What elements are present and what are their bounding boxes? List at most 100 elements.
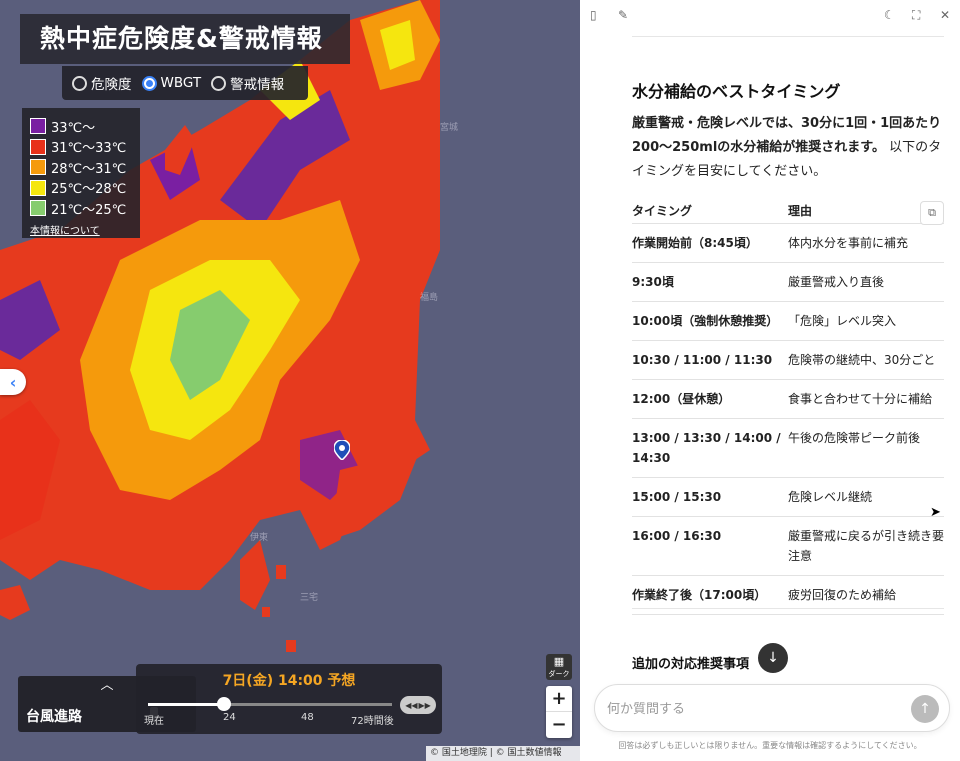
- panel-toolbar: ▯ ✎ ☾ ⛶ ✕: [580, 8, 960, 26]
- legend-swatch: [30, 159, 46, 176]
- reason-cell: 危険レベル継続: [788, 490, 873, 504]
- radio-selected-icon: [141, 75, 157, 91]
- legend-swatch: [30, 118, 46, 135]
- radio-icon: [211, 75, 227, 91]
- table-row: 13:00 / 13:30 / 14:00 / 14:30 午後の危険帯ピーク前後: [632, 419, 944, 478]
- column-header: タイミング: [632, 204, 693, 218]
- section-title: 水分補給のベストタイミング: [632, 82, 841, 101]
- legend-swatch: [30, 200, 46, 217]
- mode-option-alert[interactable]: 警戒情報: [211, 73, 284, 93]
- table-row: 9:30頃 厳重警戒入り直後: [632, 263, 944, 302]
- radio-icon: [72, 75, 87, 91]
- legend-swatch: [30, 179, 46, 196]
- question-input[interactable]: [607, 697, 897, 721]
- mouse-cursor-icon: ➤: [930, 505, 941, 520]
- rewind-icon[interactable]: ◀◀: [405, 701, 417, 710]
- chat-panel: ▯ ✎ ☾ ⛶ ✕ 水分補給のベストタイミング 厳重警戒・危険レベルでは、30分…: [580, 0, 960, 761]
- reason-cell: 厳重警戒に戻るが引き続き要注意: [788, 529, 945, 563]
- time-tick: 現在: [144, 716, 164, 727]
- expand-icon[interactable]: ⛶: [912, 8, 920, 23]
- mode-label: 危険度: [91, 77, 132, 93]
- map-attribution[interactable]: © 国土地理院 | © 国土数値情報: [426, 746, 580, 761]
- typhoon-label: 台風進路: [26, 709, 82, 725]
- timing-cell: 15:00 / 15:30: [632, 490, 722, 504]
- legend-label: 21℃〜25℃: [51, 202, 127, 218]
- timing-cell: 作業開始前（8:45頃）: [632, 236, 758, 250]
- legend-item: 25℃〜28℃: [30, 178, 132, 199]
- timing-cell: 10:30 / 11:00 / 11:30: [632, 353, 773, 367]
- svg-text:宮城: 宮城: [440, 121, 458, 133]
- table-row: 10:30 / 11:00 / 11:30 危険帯の継続中、30分ごと: [632, 341, 944, 380]
- forecast-time-label: 7日(金) 14:00 予想: [222, 673, 356, 689]
- timing-cell: 16:00 / 16:30: [632, 529, 722, 543]
- timing-cell: 10:00頃（強制休憩推奨）: [632, 314, 779, 328]
- mode-label: 警戒情報: [230, 77, 285, 93]
- timing-cell: 12:00（昼休憩）: [632, 392, 731, 406]
- dark-map-button[interactable]: ▦ ダーク: [546, 654, 572, 680]
- mode-option-wbgt[interactable]: WBGT: [141, 75, 202, 91]
- map-title: 熱中症危険度&警戒情報: [20, 14, 350, 64]
- legend-swatch: [30, 138, 46, 155]
- timing-cell: 9:30頃: [632, 275, 674, 289]
- copy-icon[interactable]: ⧉: [920, 201, 944, 225]
- zoom-in-button[interactable]: +: [546, 686, 572, 712]
- intro-text: 厳重警戒・危険レベルでは、30分に1回・1回あたり200〜250mlの水分補給が…: [632, 112, 944, 184]
- reason-cell: 厳重警戒入り直後: [788, 275, 885, 289]
- table-row: 作業終了後（17:00頃） 疲労回復のため補給: [632, 576, 944, 615]
- map-legend: 33℃〜 31℃〜33℃ 28℃〜31℃ 25℃〜28℃ 21℃〜25℃ 本情報…: [22, 108, 140, 238]
- divider: [632, 608, 944, 609]
- table-row: 12:00（昼休憩） 食事と合わせて十分に補給: [632, 380, 944, 419]
- map-icon: ▦: [553, 655, 565, 668]
- map-mode-selector: 危険度 WBGT 警戒情報: [62, 66, 308, 100]
- step-controls[interactable]: ◀◀ ▶▶: [400, 696, 436, 714]
- reason-cell: 食事と合わせて十分に補給: [788, 392, 933, 406]
- reason-cell: 「危険」レベル突入: [788, 314, 897, 328]
- legend-item: 33℃〜: [30, 116, 132, 137]
- table-row: 作業開始前（8:45頃） 体内水分を事前に補充: [632, 224, 944, 263]
- time-tick: 48: [301, 712, 314, 723]
- divider: [632, 36, 944, 37]
- time-tick: 72時間後: [351, 716, 394, 727]
- table-header: タイミング 理由: [632, 196, 944, 224]
- close-icon[interactable]: ✕: [940, 8, 950, 22]
- arrow-down-icon[interactable]: ↓: [758, 643, 788, 673]
- dark-label: ダーク: [548, 670, 570, 678]
- moon-icon[interactable]: ☾: [884, 8, 895, 22]
- mode-option-danger[interactable]: 危険度: [72, 73, 132, 93]
- chat-input-box: ↑: [594, 684, 950, 732]
- about-info-link[interactable]: 本情報について: [30, 222, 132, 237]
- svg-text:三宅: 三宅: [300, 591, 318, 603]
- sidebar-toggle-icon[interactable]: ▯: [590, 8, 597, 22]
- reason-cell: 危険帯の継続中、30分ごと: [788, 353, 936, 367]
- table-row: 10:00頃（強制休憩推奨） 「危険」レベル突入: [632, 302, 944, 341]
- reason-cell: 午後の危険帯ピーク前後: [788, 431, 921, 445]
- legend-label: 33℃〜: [51, 120, 96, 136]
- legend-label: 25℃〜28℃: [51, 182, 127, 198]
- timing-table: タイミング 理由 ⧉ 作業開始前（8:45頃） 体内水分を事前に補充 9:30頃厳…: [632, 196, 944, 615]
- svg-text:伊東: 伊東: [250, 531, 268, 543]
- legend-item: 21℃〜25℃: [30, 198, 132, 219]
- table-row: 15:00 / 15:30 危険レベル継続: [632, 478, 944, 517]
- time-slider-track[interactable]: [148, 703, 392, 706]
- forward-icon[interactable]: ▶▶: [419, 701, 431, 710]
- zoom-control: + −: [546, 686, 572, 738]
- legend-item: 28℃〜31℃: [30, 157, 132, 178]
- timing-cell: 13:00 / 13:30 / 14:00 / 14:30: [632, 431, 781, 465]
- svg-text:福島: 福島: [420, 291, 438, 303]
- legend-label: 28℃〜31℃: [51, 161, 127, 177]
- location-pin-icon[interactable]: [333, 439, 351, 464]
- send-arrow-icon[interactable]: ↑: [911, 695, 939, 723]
- time-tick: 24: [223, 712, 236, 723]
- legend-label: 31℃〜33℃: [51, 141, 127, 157]
- heat-map[interactable]: 宮城福島伊東三宅 熱中症危険度&警戒情報 危険度 WBGT 警戒情報 33℃〜 …: [0, 0, 580, 761]
- mode-label: WBGT: [160, 75, 202, 91]
- edit-icon[interactable]: ✎: [618, 8, 628, 22]
- disclaimer-text: 回答は必ずしも正しいとは限りません。重要な情報は確認するようにしてください。: [618, 741, 922, 750]
- time-slider-handle[interactable]: [216, 697, 231, 711]
- reason-cell: 体内水分を事前に補充: [788, 236, 909, 250]
- forecast-timebar: 7日(金) 14:00 予想 現在 24 48 72時間後 ◀◀ ▶▶: [136, 664, 442, 734]
- chevron-left-icon[interactable]: ‹: [0, 369, 26, 395]
- zoom-out-button[interactable]: −: [546, 712, 572, 738]
- time-slider-fill: [148, 703, 224, 706]
- table-row: 16:00 / 16:30 厳重警戒に戻るが引き続き要注意: [632, 517, 944, 576]
